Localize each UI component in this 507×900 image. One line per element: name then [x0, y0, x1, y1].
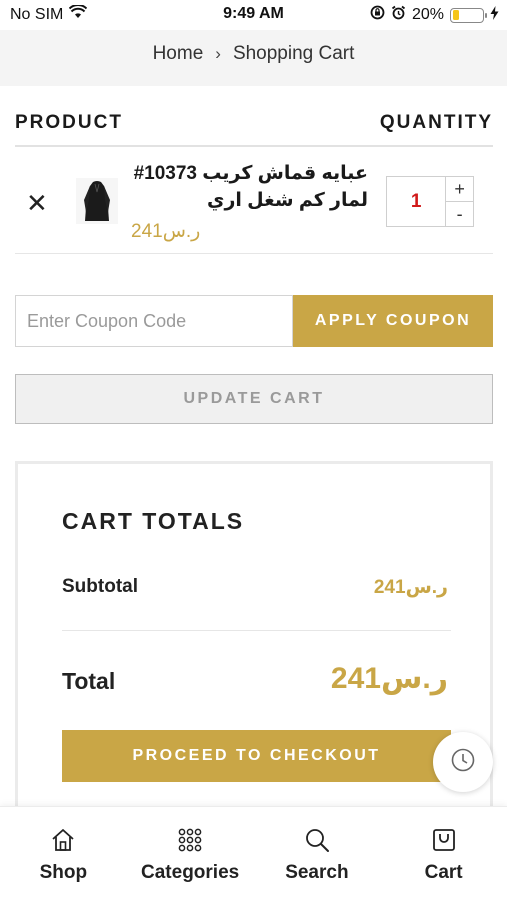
product-column-header: PRODUCT [15, 112, 123, 133]
charging-icon [490, 5, 499, 25]
product-price: 241ر.س [131, 221, 201, 242]
nav-item-categories[interactable]: Categories [127, 807, 254, 900]
quantity-stepper: 1 + - [386, 176, 474, 227]
row-divider [15, 253, 493, 254]
nav-item-search[interactable]: Search [254, 807, 381, 900]
breadcrumb: Home › Shopping Cart [0, 30, 507, 86]
quantity-decrease-button[interactable]: - [446, 202, 473, 226]
product-thumbnail[interactable] [76, 178, 118, 224]
bottom-navigation: Shop Categories Search Cart [0, 806, 507, 900]
apply-coupon-button[interactable]: APPLY COUPON [293, 295, 493, 347]
status-right: 20% [370, 5, 499, 25]
nav-item-shop[interactable]: Shop [0, 807, 127, 900]
header-divider [15, 145, 493, 147]
battery-icon [450, 7, 487, 23]
shop-icon [48, 825, 78, 855]
product-name-link[interactable]: عبايه قماش كريب 10373# لمار كم شغل اري [128, 160, 368, 214]
breadcrumb-home-link[interactable]: Home [153, 43, 204, 65]
proceed-to-checkout-button[interactable]: PROCEED TO CHECKOUT [62, 730, 451, 782]
cart-table-header: PRODUCT QUANTITY [15, 112, 493, 134]
cart-totals-card: CART TOTALS Subtotal 241ر.س Total 241ر.س… [15, 461, 493, 821]
quantity-increase-button[interactable]: + [446, 177, 473, 202]
rotation-lock-icon [370, 5, 385, 25]
breadcrumb-current: Shopping Cart [232, 43, 355, 64]
quantity-column-header: QUANTITY [379, 112, 493, 133]
subtotal-value: 241ر.س [373, 577, 448, 598]
battery-percent: 20% [411, 6, 444, 23]
nav-label-search: Search [285, 862, 349, 883]
subtotal-label: Subtotal [62, 576, 138, 597]
categories-icon [175, 825, 205, 855]
nav-label-categories: Categories [141, 862, 240, 883]
update-cart-button[interactable]: UPDATE CART [15, 374, 493, 424]
battery-level [452, 10, 459, 20]
nav-label-shop: Shop [39, 862, 88, 883]
clock-icon [450, 747, 476, 778]
nav-item-cart[interactable]: Cart [380, 807, 507, 900]
status-bar: No SIM 9:49 AM 20% [0, 0, 507, 30]
coupon-code-input[interactable]: Enter Coupon Code [15, 295, 293, 347]
breadcrumb-separator: › [215, 44, 221, 63]
total-label: Total [62, 668, 116, 694]
cart-totals-title: CART TOTALS [62, 508, 245, 534]
quantity-input[interactable]: 1 [387, 177, 447, 226]
total-value: 241ر.س [330, 662, 448, 695]
remove-item-button[interactable]: ✕ [26, 190, 48, 216]
cart-icon [429, 825, 459, 855]
totals-divider [62, 630, 451, 631]
alarm-icon [391, 5, 406, 25]
nav-label-cart: Cart [424, 862, 463, 883]
search-icon [302, 825, 332, 855]
history-button[interactable] [433, 732, 493, 792]
